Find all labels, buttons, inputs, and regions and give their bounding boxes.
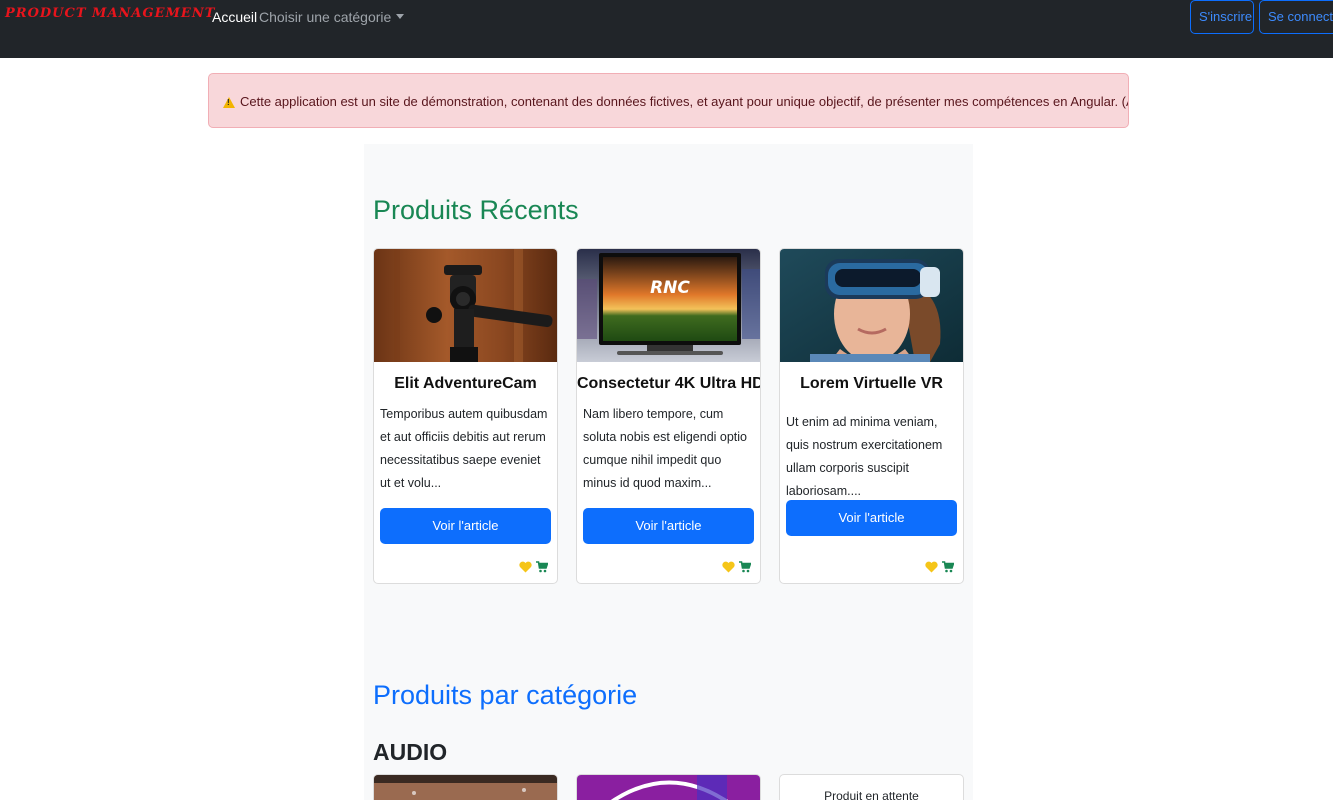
card-actions: [519, 560, 549, 574]
tv-screen-logo: RNC: [650, 278, 690, 298]
category-dropdown[interactable]: Choisir une catégorie: [259, 9, 405, 25]
product-title: Elit AdventureCam: [394, 375, 537, 392]
product-card: RNC Consectetur 4K Ultra HD Nam libero t…: [576, 248, 761, 584]
product-title: Lorem Virtuelle VR: [800, 375, 943, 392]
pending-product-label: Produit en attente: [824, 789, 919, 800]
product-image-tv[interactable]: RNC: [577, 249, 760, 362]
product-card-audio-2[interactable]: [576, 774, 761, 800]
caret-down-icon: [396, 13, 405, 19]
view-article-button[interactable]: Voir l'article: [786, 500, 957, 536]
product-image-vr[interactable]: [780, 249, 963, 362]
product-description: Temporibus autem quibusdam et aut offici…: [380, 407, 548, 490]
card-actions: [925, 560, 955, 574]
product-image-camera[interactable]: [374, 249, 557, 362]
product-title: Consectetur 4K Ultra HD: [577, 375, 761, 392]
navbar: PRODUCT MANAGEMENT Accueil Choisir une c…: [0, 0, 1333, 58]
warning-icon: [223, 97, 235, 108]
brand-logo[interactable]: PRODUCT MANAGEMENT: [5, 6, 215, 21]
category-dropdown-label: Choisir une catégorie: [259, 9, 392, 25]
product-image-audio-1: [374, 775, 557, 800]
product-card: Lorem Virtuelle VR Ut enim ad minima ven…: [779, 248, 964, 584]
product-description: Ut enim ad minima veniam, quis nostrum e…: [786, 415, 943, 498]
heart-icon[interactable]: [925, 561, 938, 573]
login-button[interactable]: Se connecter: [1259, 0, 1333, 34]
recent-products-title: Produits Récents: [373, 195, 579, 225]
heart-icon[interactable]: [519, 561, 532, 573]
demo-alert: Cette application est un site de démonst…: [208, 73, 1129, 128]
alert-text: Cette application est un site de démonst…: [240, 94, 1129, 109]
product-image-audio-2: [577, 775, 760, 800]
cart-icon[interactable]: [739, 561, 751, 573]
nav-home-link[interactable]: Accueil: [212, 9, 257, 25]
card-actions: [722, 560, 752, 574]
product-card: Elit AdventureCam Temporibus autem quibu…: [373, 248, 558, 584]
product-card-pending[interactable]: Produit en attente: [779, 774, 964, 800]
register-button[interactable]: S'inscrire: [1190, 0, 1254, 34]
cart-icon[interactable]: [942, 561, 954, 573]
view-article-button[interactable]: Voir l'article: [583, 508, 754, 544]
products-by-category-title: Produits par catégorie: [373, 680, 638, 710]
cart-icon[interactable]: [536, 561, 548, 573]
category-heading: AUDIO: [373, 739, 448, 765]
view-article-button[interactable]: Voir l'article: [380, 508, 551, 544]
product-card-audio-1[interactable]: [373, 774, 558, 800]
heart-icon[interactable]: [722, 561, 735, 573]
product-description: Nam libero tempore, cum soluta nobis est…: [583, 407, 748, 490]
